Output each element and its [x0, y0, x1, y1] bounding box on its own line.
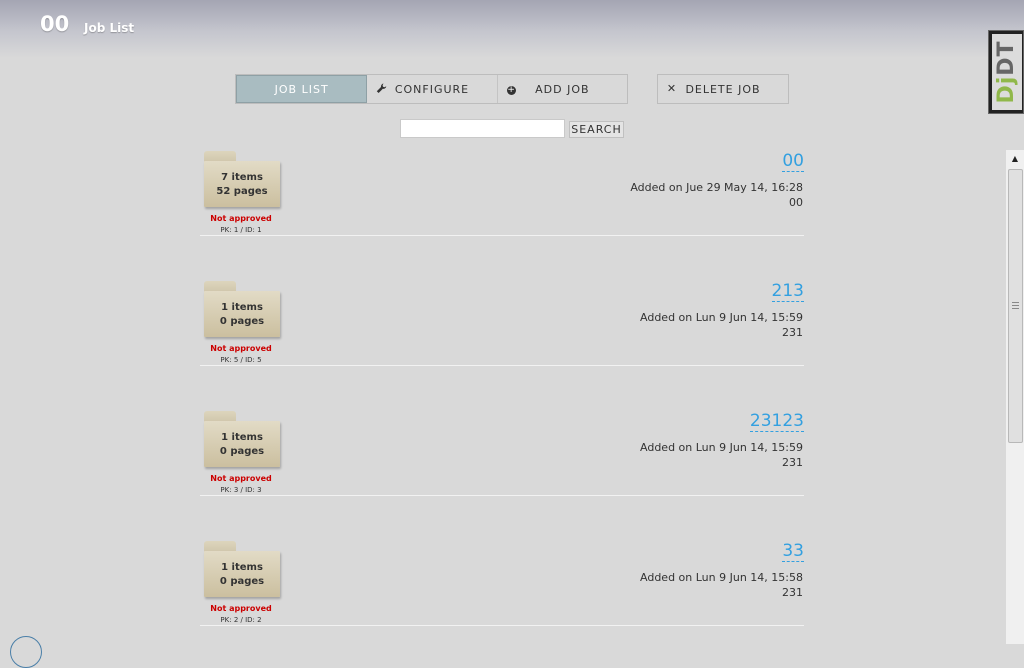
- grip-icon: [1012, 302, 1019, 309]
- job-pages-count: 0 pages: [219, 316, 265, 327]
- plus-circle-icon: +: [507, 85, 517, 95]
- job-pk: PK: 3 / ID: 3: [220, 486, 262, 494]
- job-added-date: Added on Lun 9 Jun 14, 15:59: [640, 311, 803, 324]
- job-name-link[interactable]: 213: [771, 281, 804, 302]
- job-pk: PK: 5 / ID: 5: [220, 356, 262, 364]
- vertical-scrollbar[interactable]: ▲: [1006, 150, 1024, 644]
- debug-toolbar-tab[interactable]: DjDT: [988, 30, 1024, 114]
- job-name-link[interactable]: 23123: [749, 411, 804, 432]
- folder-body: [204, 551, 280, 597]
- close-icon: ✕: [666, 82, 678, 95]
- search-input[interactable]: [400, 119, 565, 138]
- job-row: 1 items 0 pages Not approved PK: 2 / ID:…: [200, 541, 804, 626]
- job-description: 00: [789, 196, 803, 209]
- job-items-count: 1 items: [221, 302, 263, 313]
- configure-button[interactable]: CONFIGURE: [367, 75, 498, 103]
- job-folder[interactable]: 1 items 0 pages: [204, 411, 280, 471]
- job-items-count: 7 items: [221, 172, 263, 183]
- configure-label: CONFIGURE: [394, 82, 470, 96]
- header: 00 Job List: [0, 0, 1024, 58]
- debug-toolbar-label: DjDT: [994, 32, 1019, 112]
- job-pages-count: 0 pages: [219, 446, 265, 457]
- job-name-link[interactable]: 00: [782, 151, 804, 172]
- job-description: 231: [782, 586, 803, 599]
- folder-body: [204, 421, 280, 467]
- job-folder[interactable]: 7 items 52 pages: [204, 151, 280, 211]
- job-name-link[interactable]: 33: [782, 541, 804, 562]
- delete-job-label: DELETE JOB: [685, 82, 761, 96]
- job-items-count: 1 items: [221, 432, 263, 443]
- job-description: 231: [782, 456, 803, 469]
- debug-toolbar-label-dj: Dj: [994, 75, 1019, 104]
- search-button[interactable]: SEARCH: [569, 121, 624, 138]
- job-list-label: JOB LIST: [274, 82, 329, 96]
- job-pages-count: 52 pages: [216, 186, 268, 197]
- job-row: 7 items 52 pages Not approved PK: 1 / ID…: [200, 151, 804, 236]
- debug-toolbar-handle: DjDT: [992, 34, 1022, 110]
- app-code: 00: [40, 12, 70, 36]
- wrench-icon: [375, 83, 387, 95]
- job-added-date: Added on Jue 29 May 14, 16:28: [630, 181, 803, 194]
- job-status: Not approved: [210, 474, 272, 483]
- scrollbar-thumb[interactable]: [1008, 169, 1023, 443]
- job-added-date: Added on Lun 9 Jun 14, 15:58: [640, 571, 803, 584]
- folder-body: [204, 291, 280, 337]
- debug-toolbar-label-dt: DT: [994, 40, 1019, 76]
- corner-circle-icon: [10, 636, 42, 668]
- job-description: 231: [782, 326, 803, 339]
- delete-job-button[interactable]: ✕ DELETE JOB: [657, 74, 789, 104]
- job-status: Not approved: [210, 604, 272, 613]
- job-row: 1 items 0 pages Not approved PK: 5 / ID:…: [200, 281, 804, 366]
- job-pk: PK: 2 / ID: 2: [220, 616, 262, 624]
- job-items-count: 1 items: [221, 562, 263, 573]
- main-nav: JOB LIST CONFIGURE + ADD JOB: [235, 74, 628, 104]
- arrow-up-icon[interactable]: ▲: [1006, 150, 1024, 167]
- add-job-button[interactable]: + ADD JOB: [498, 75, 627, 103]
- folder-body: [204, 161, 280, 207]
- job-pk: PK: 1 / ID: 1: [220, 226, 262, 234]
- job-status: Not approved: [210, 214, 272, 223]
- job-folder[interactable]: 1 items 0 pages: [204, 281, 280, 341]
- job-added-date: Added on Lun 9 Jun 14, 15:59: [640, 441, 803, 454]
- page-title: Job List: [84, 21, 135, 35]
- job-status: Not approved: [210, 344, 272, 353]
- add-job-label: ADD JOB: [535, 82, 590, 96]
- job-pages-count: 0 pages: [219, 576, 265, 587]
- job-folder[interactable]: 1 items 0 pages: [204, 541, 280, 601]
- job-list-button[interactable]: JOB LIST: [236, 75, 368, 103]
- job-row: 1 items 0 pages Not approved PK: 3 / ID:…: [200, 411, 804, 496]
